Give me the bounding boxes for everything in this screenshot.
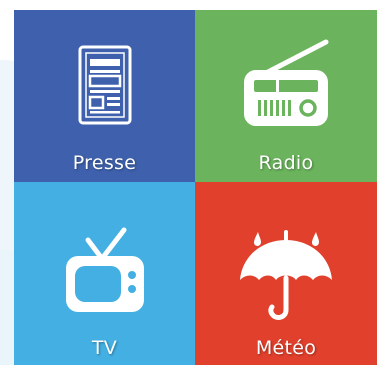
tile-radio[interactable]: Radio	[195, 10, 377, 182]
tile-presse[interactable]: Presse	[14, 10, 195, 182]
newspaper-icon	[77, 44, 133, 130]
tile-meteo[interactable]: Météo	[195, 182, 377, 365]
tile-grid: Presse Radio TV Météo	[14, 10, 377, 365]
tile-label-radio: Radio	[258, 152, 314, 174]
tile-label-tv: TV	[91, 337, 118, 359]
tile-tv[interactable]: TV	[14, 182, 195, 365]
tile-label-presse: Presse	[72, 152, 137, 174]
media-menu-page: Presse Radio TV Météo	[0, 0, 377, 365]
tile-label-meteo: Météo	[255, 337, 317, 359]
tv-icon	[62, 226, 148, 320]
umbrella-icon	[236, 228, 336, 328]
radio-icon	[240, 34, 332, 134]
